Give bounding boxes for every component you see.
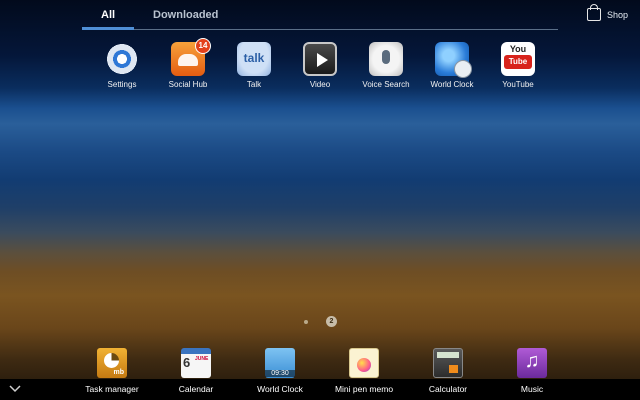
dock-mini-pen-memo[interactable]: Mini pen memo (324, 348, 404, 394)
social-hub-icon: 14 (171, 38, 211, 76)
video-play-icon (303, 42, 337, 76)
youtube-icon: You Tube (501, 42, 535, 76)
app-youtube[interactable]: You Tube YouTube (486, 42, 550, 89)
dock-music[interactable]: ♫ Music (492, 348, 572, 394)
shopping-bag-icon (587, 4, 601, 21)
calendar-icon: 6 JUNE (181, 348, 211, 378)
dock-label: Mini pen memo (334, 384, 394, 394)
dock-label: World Clock (257, 384, 303, 394)
app-label: World Clock (430, 80, 474, 89)
notification-badge: 14 (195, 38, 211, 54)
app-voice-search[interactable]: Voice Search (354, 42, 418, 89)
tab-divider (82, 29, 558, 30)
people-icon (178, 54, 198, 66)
dock-label: Calendar (178, 384, 214, 394)
talk-icon-text: talk (243, 51, 265, 65)
calendar-icon-month: JUNE (195, 356, 209, 362)
world-clock-icon-time: 09:30 (265, 370, 295, 377)
app-label: Video (309, 80, 331, 89)
task-manager-icon-text: mb (113, 369, 125, 376)
app-world-clock[interactable]: World Clock (420, 42, 484, 89)
dock-label: Music (520, 384, 544, 394)
app-talk[interactable]: talk Talk (222, 42, 286, 89)
tab-all[interactable]: All (101, 9, 115, 21)
calendar-icon-day: 6 (183, 355, 191, 370)
music-note-glyph: ♫ (524, 350, 540, 372)
youtube-icon-text-bottom: Tube (504, 55, 532, 69)
app-label: Voice Search (362, 80, 410, 89)
settings-gear-icon (105, 42, 139, 76)
shop-label: Shop (607, 9, 629, 20)
chevron-down-icon[interactable] (8, 381, 22, 395)
shop-button[interactable]: Shop (587, 4, 629, 21)
current-page-number: 2 (326, 316, 337, 327)
dock-task-manager[interactable]: mb Task manager (72, 348, 152, 394)
task-manager-icon: mb (97, 348, 127, 378)
talk-bubble-icon: talk (237, 42, 271, 76)
globe-clock-icon (435, 42, 472, 78)
dock-label: Calculator (428, 384, 468, 394)
app-label: Social Hub (168, 80, 208, 89)
app-label: YouTube (502, 80, 534, 89)
app-tab-bar: All Downloaded Shop (82, 0, 628, 31)
tab-downloaded[interactable]: Downloaded (153, 9, 218, 21)
dock-world-clock[interactable]: 09:30 World Clock (240, 348, 320, 394)
dock-calculator[interactable]: Calculator (408, 348, 488, 394)
app-settings[interactable]: Settings (90, 42, 154, 89)
dock-label: Task manager (85, 384, 139, 394)
mini-pen-memo-icon (349, 348, 379, 378)
app-label: Talk (246, 80, 262, 89)
page-indicator[interactable]: 2 (304, 316, 337, 327)
page-dot[interactable] (304, 319, 308, 324)
world-clock-icon: 09:30 (265, 348, 295, 378)
youtube-icon-text-top: You (509, 44, 527, 54)
tab-selected-indicator (82, 27, 134, 30)
app-social-hub[interactable]: 14 Social Hub (156, 38, 220, 89)
calculator-icon (433, 348, 463, 378)
dock-calendar[interactable]: 6 JUNE Calendar (156, 348, 236, 394)
microphone-icon (369, 42, 403, 76)
music-note-icon: ♫ (517, 348, 547, 378)
app-label: Settings (107, 80, 137, 89)
app-video[interactable]: Video (288, 42, 352, 89)
